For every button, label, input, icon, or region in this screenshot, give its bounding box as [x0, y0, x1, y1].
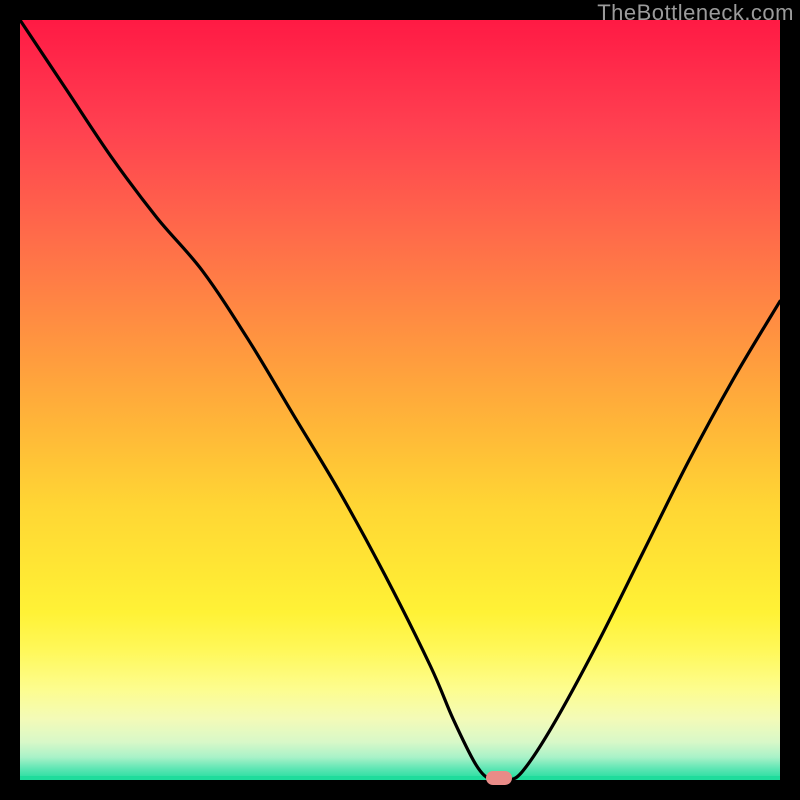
- chart-frame: TheBottleneck.com: [0, 0, 800, 800]
- baseline-band: [20, 776, 780, 780]
- bottleneck-curve: [20, 20, 780, 780]
- minimum-marker: [486, 771, 512, 785]
- plot-area: [20, 20, 780, 780]
